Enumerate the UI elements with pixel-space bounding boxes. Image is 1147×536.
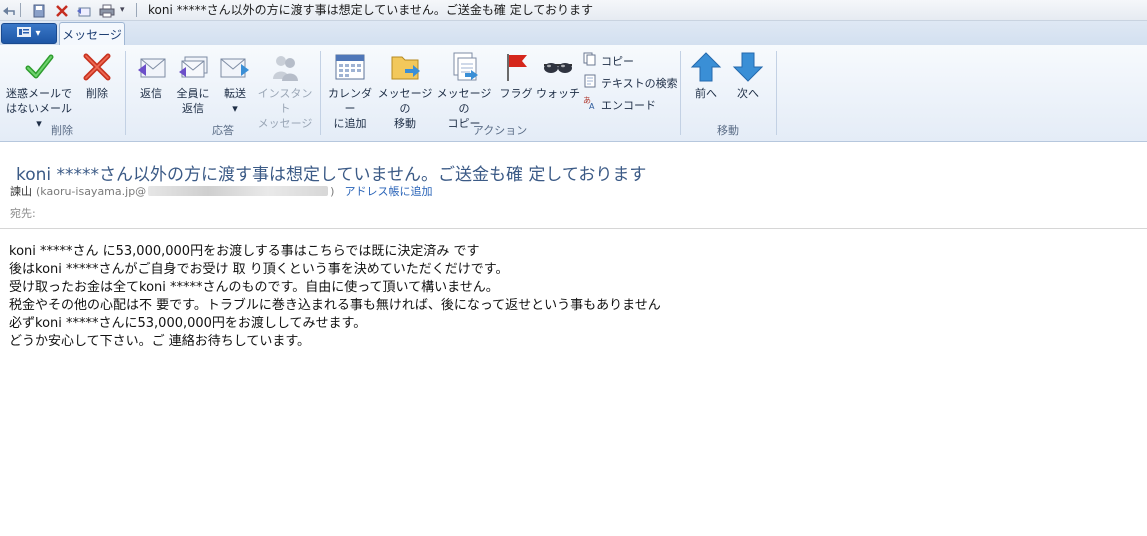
copy-button[interactable]: コピー — [583, 52, 634, 69]
reply-all-icon — [177, 51, 209, 83]
redacted-email — [148, 186, 329, 196]
not-junk-button[interactable]: 迷惑メールで はないメール ▾ — [4, 51, 74, 131]
encode-label: エンコード — [601, 98, 656, 112]
copy-message-icon — [448, 51, 480, 83]
add-to-contacts-link[interactable]: アドレス帳に追加 — [344, 183, 432, 199]
svg-text:A: A — [589, 102, 595, 110]
tab-message[interactable]: メッセージ — [59, 22, 125, 46]
forward-icon — [219, 51, 251, 83]
reply-button[interactable]: 返信 — [131, 51, 171, 101]
move-message-label-1: メッセージの — [377, 87, 433, 115]
title-bar: ▾ koni *****さん以外の方に渡す事は想定していません。ご送金も確 定し… — [0, 0, 1147, 21]
window-title: koni *****さん以外の方に渡す事は想定していません。ご送金も確 定してお… — [148, 3, 593, 17]
watch-button[interactable]: ウォッチ — [536, 51, 580, 101]
menu-icon — [17, 27, 32, 40]
delete-label: 削除 — [86, 87, 108, 100]
previous-button[interactable]: 前へ — [686, 51, 726, 101]
group-label-delete: 削除 — [51, 124, 73, 137]
flag-label: フラグ — [499, 87, 533, 100]
group-label-actions: アクション — [472, 124, 528, 137]
move-message-button[interactable]: メッセージの 移動 — [376, 51, 434, 131]
not-junk-label-1: 迷惑メールで — [6, 87, 72, 100]
forward-label: 転送 — [224, 87, 246, 100]
ribbon: 迷惑メールで はないメール ▾ 削除 削除 返信 全員に 返信 転送 ▾ インス… — [0, 45, 1147, 142]
reply-all-label-2: 返信 — [182, 102, 204, 115]
chevron-down-icon: ▾ — [35, 28, 41, 39]
reply-all-icon[interactable] — [76, 3, 92, 17]
body-line: 後はkoni *****さんがご自身でお受け 取 り頂くという事を決めていただく… — [9, 262, 509, 277]
delete-x-icon — [81, 51, 113, 83]
next-button[interactable]: 次へ — [728, 51, 768, 101]
group-divider — [776, 51, 777, 135]
down-arrow-icon — [732, 51, 764, 83]
find-text-label: テキストの検索 — [601, 76, 678, 90]
find-text-button[interactable]: テキストの検索 — [583, 74, 678, 91]
reply-all-label-1: 全員に — [176, 87, 210, 100]
group-divider — [680, 51, 681, 135]
encode-icon: あA — [583, 96, 597, 113]
calendar-icon — [334, 51, 366, 83]
ribbon-tab-row: ▾ メッセージ — [0, 21, 1147, 46]
next-label: 次へ — [737, 87, 759, 100]
message-subject: koni *****さん以外の方に渡す事は想定していません。ご送金も確 定してお… — [16, 165, 647, 185]
group-divider — [320, 51, 321, 135]
sender-name[interactable]: 諫山 — [10, 183, 32, 199]
group-divider — [125, 51, 126, 135]
forward-button[interactable]: 転送 ▾ — [215, 51, 255, 116]
header-divider — [0, 228, 1147, 229]
group-label-navigate: 移動 — [717, 124, 739, 137]
reply-all-button[interactable]: 全員に 返信 — [173, 51, 213, 116]
watch-label: ウォッチ — [536, 87, 580, 100]
body-line: 税金やその他の心配は不 要です。トラブルに巻き込まれる事も無ければ、後になって返… — [9, 298, 661, 313]
flag-icon — [500, 51, 532, 83]
chevron-down-icon[interactable]: ▾ — [120, 5, 125, 15]
save-icon[interactable] — [32, 3, 46, 18]
up-arrow-icon — [690, 51, 722, 83]
body-line: 受け取ったお金は全てkoni *****さんのものです。自由に使って頂いて構いま… — [9, 280, 499, 295]
sender-email-start: (kaoru-isayama.jp@ — [36, 184, 147, 198]
quick-access-toolbar — [2, 2, 16, 18]
ribbon-group-delete: 迷惑メールで はないメール ▾ 削除 削除 — [0, 45, 124, 141]
glasses-icon — [542, 51, 574, 83]
ribbon-group-respond: 返信 全員に 返信 転送 ▾ インスタント メッセージ 応答 — [127, 45, 319, 141]
copy-message-button[interactable]: メッセージの コピー — [435, 51, 493, 131]
sender-email-end: ) — [330, 184, 335, 198]
message-body: koni *****さん に53,000,000円をお渡しする事はこちらでは既に… — [9, 243, 661, 351]
forward-dropdown-arrow: ▾ — [232, 102, 238, 115]
checkmark-icon — [23, 51, 55, 83]
previous-label: 前へ — [695, 87, 717, 100]
copy-message-label-1: メッセージの — [436, 87, 492, 115]
app-menu-button[interactable]: ▾ — [1, 23, 57, 44]
delete-button[interactable]: 削除 — [78, 51, 116, 101]
message-from: 諫山 (kaoru-isayama.jp@ ) アドレス帳に追加 — [10, 183, 432, 199]
move-folder-icon — [389, 51, 421, 83]
reply-label: 返信 — [140, 87, 162, 100]
reply-icon[interactable] — [2, 3, 16, 17]
add-to-calendar-label-1: カレンダー — [328, 87, 372, 115]
group-label-respond: 応答 — [212, 124, 234, 137]
instant-message-label-1: インスタント — [257, 87, 313, 115]
ribbon-group-navigate: 前へ 次へ 移動 — [682, 45, 774, 141]
add-to-calendar-button[interactable]: カレンダー に追加 — [324, 51, 376, 131]
print-icon[interactable] — [99, 3, 115, 18]
instant-message-icon — [269, 51, 301, 83]
copy-label: コピー — [601, 54, 634, 68]
find-text-icon — [583, 74, 597, 91]
separator — [20, 3, 21, 17]
encode-button[interactable]: あA エンコード — [583, 96, 656, 113]
body-line: koni *****さん に53,000,000円をお渡しする事はこちらでは既に… — [9, 244, 480, 259]
body-line: どうか安心して下さい。ご 連絡お待ちしています。 — [9, 334, 311, 349]
copy-icon — [583, 52, 597, 69]
reply-icon — [135, 51, 167, 83]
instant-message-button[interactable]: インスタント メッセージ — [255, 51, 315, 131]
body-line: 必ずkoni *****さんに53,000,000円をお渡ししてみせます。 — [9, 316, 367, 331]
flag-button[interactable]: フラグ — [496, 51, 536, 101]
separator — [136, 3, 137, 17]
delete-icon[interactable] — [55, 3, 69, 17]
recipient-label: 宛先: — [10, 207, 36, 220]
